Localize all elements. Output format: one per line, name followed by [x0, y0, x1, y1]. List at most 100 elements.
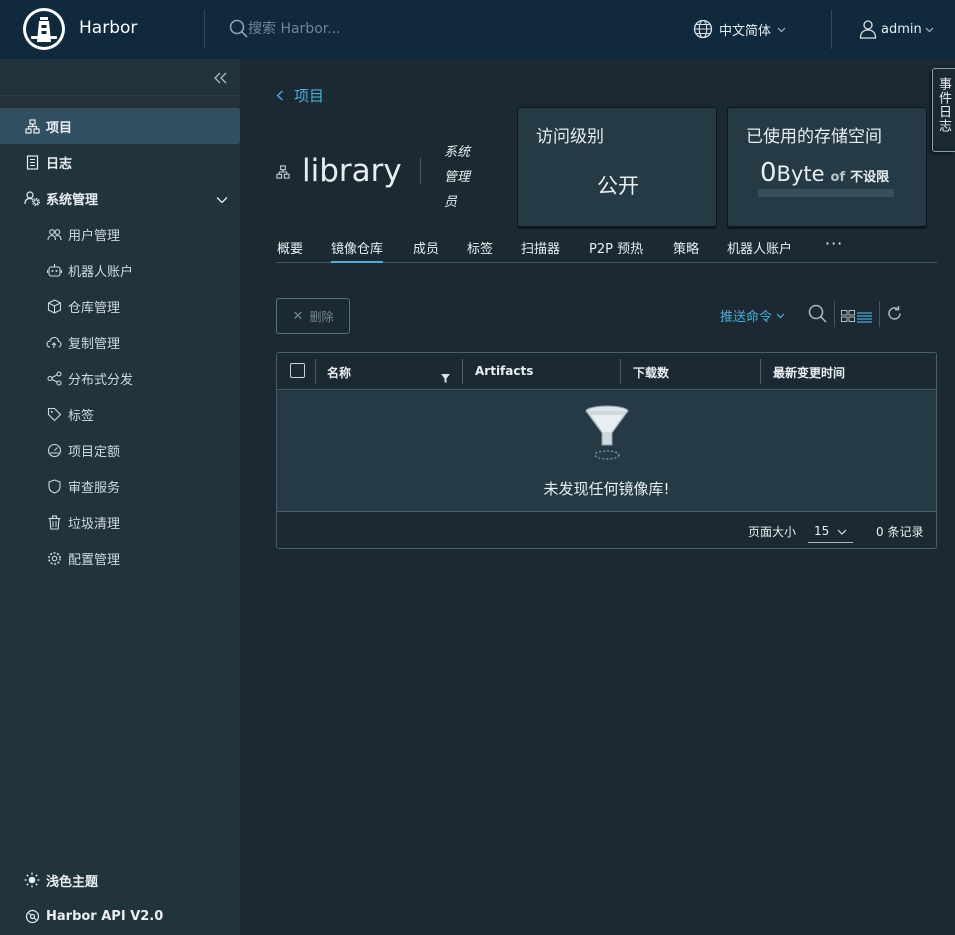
sidebar-item-config[interactable]: 配置管理	[0, 540, 240, 576]
page-size-select[interactable]: 15	[808, 519, 853, 543]
column-header-last-modified[interactable]: 最新变更时间	[773, 364, 845, 381]
column-divider	[315, 359, 316, 384]
sidebar: 项目 日志 系统管理 用户管理 机器人账户 仓库管理 复制管理 分布式分发 标签…	[0, 59, 240, 935]
tab-scanner[interactable]: 扫描器	[521, 236, 560, 263]
empty-funnel-icon	[583, 405, 631, 467]
sidebar-item-users[interactable]: 用户管理	[0, 216, 240, 252]
sidebar-item-label: 审查服务	[68, 480, 121, 496]
sidebar-item-robot[interactable]: 机器人账户	[0, 252, 240, 288]
admin-icon	[24, 190, 40, 206]
theme-toggle[interactable]: 浅色主题	[0, 862, 240, 898]
back-label: 项目	[294, 87, 325, 105]
tab-repositories[interactable]: 镜像仓库	[331, 236, 384, 263]
sun-icon	[24, 872, 40, 888]
event-log-label: 事件日志	[936, 77, 951, 133]
record-count: 0 条记录	[876, 525, 924, 539]
card-title: 访问级别	[536, 127, 604, 147]
theme-label: 浅色主题	[46, 874, 99, 890]
sidebar-item-label: 分布式分发	[68, 372, 134, 388]
project-role: 系统管理员	[444, 145, 471, 210]
harbor-logo[interactable]	[23, 8, 65, 50]
sidebar-item-gc[interactable]: 垃圾清理	[0, 504, 240, 540]
column-header-pulls[interactable]: 下载数	[633, 364, 669, 381]
sidebar-item-registries[interactable]: 仓库管理	[0, 288, 240, 324]
sidebar-item-replication[interactable]: 复制管理	[0, 324, 240, 360]
project-tabs: 概要 镜像仓库 成员 标签 扫描器 P2P 预热 策略 机器人账户 ···	[276, 234, 937, 263]
logs-icon	[24, 154, 40, 170]
column-header-artifacts[interactable]: Artifacts	[475, 364, 533, 378]
sidebar-item-label: 机器人账户	[68, 264, 134, 280]
sidebar-item-label: 配置管理	[68, 552, 121, 568]
select-all-checkbox[interactable]	[290, 363, 305, 378]
datagrid-footer: 页面大小 15 0 条记录	[277, 513, 936, 548]
chevron-left-icon	[276, 87, 284, 105]
page-size-label: 页面大小	[748, 525, 797, 539]
sidebar-item-interrogation[interactable]: 审查服务	[0, 468, 240, 504]
chevron-down-icon[interactable]	[216, 193, 228, 208]
delete-button[interactable]: ✕ 删除	[276, 298, 350, 334]
brand-name[interactable]: Harbor	[79, 18, 137, 38]
storage-number: 0	[760, 158, 777, 188]
tab-summary[interactable]: 概要	[277, 236, 303, 263]
user-menu[interactable]: admin	[858, 18, 934, 40]
tab-policy[interactable]: 策略	[673, 236, 699, 263]
toolbar-divider	[879, 301, 880, 327]
sidebar-item-admin[interactable]: 系统管理	[0, 180, 240, 216]
collapse-sidebar-icon[interactable]	[214, 69, 228, 88]
users-icon	[46, 226, 62, 242]
column-divider	[462, 359, 463, 384]
gear-icon	[46, 550, 62, 566]
repository-datagrid: 名称 Artifacts 下载数 最新变更时间 未发现任何镜像库! 页面大小 1…	[276, 352, 937, 549]
sidebar-item-distribution[interactable]: 分布式分发	[0, 360, 240, 396]
column-header-name[interactable]: 名称	[327, 364, 351, 381]
tab-labels[interactable]: 标签	[467, 236, 493, 263]
sidebar-divider	[0, 95, 240, 96]
tab-members[interactable]: 成员	[413, 236, 439, 263]
search-icon[interactable]	[229, 19, 249, 43]
language-label: 中文简体	[719, 23, 772, 39]
language-selector[interactable]: 中文简体	[693, 18, 786, 40]
more-tabs-icon[interactable]: ···	[825, 234, 843, 253]
storage-limit: 不设限	[850, 170, 890, 185]
sidebar-item-label: 用户管理	[68, 228, 121, 244]
sidebar-item-projects[interactable]: 项目	[0, 108, 240, 144]
back-to-projects-link[interactable]: 项目	[276, 85, 324, 106]
sidebar-item-label: 仓库管理	[68, 300, 121, 316]
sidebar-item-labels[interactable]: 标签	[0, 396, 240, 432]
search-icon[interactable]	[808, 304, 828, 328]
trash-icon	[46, 514, 62, 530]
tab-p2p-preheat[interactable]: P2P 预热	[589, 236, 643, 263]
push-command-label: 推送命令	[720, 310, 773, 325]
header-divider	[831, 10, 832, 49]
delete-label: 删除	[309, 309, 334, 324]
quota-icon	[46, 442, 62, 458]
tab-robot-accounts[interactable]: 机器人账户	[727, 236, 792, 263]
chevron-down-icon	[776, 308, 785, 323]
share-icon	[46, 370, 62, 386]
username: admin	[881, 21, 922, 37]
chevron-down-icon	[837, 525, 847, 539]
refresh-icon[interactable]	[886, 305, 903, 326]
sidebar-item-label: 系统管理	[46, 192, 99, 208]
card-view-icon[interactable]	[841, 307, 855, 326]
push-command-dropdown[interactable]: 推送命令	[720, 306, 785, 325]
filter-icon[interactable]	[441, 368, 450, 387]
access-level-value: 公开	[597, 174, 639, 198]
search-input[interactable]	[248, 18, 508, 40]
cloud-icon	[46, 334, 62, 350]
registry-icon	[46, 298, 62, 314]
storage-progress-bar	[758, 189, 894, 197]
empty-message: 未发现任何镜像库!	[543, 480, 670, 498]
app-header: Harbor 中文简体 admin	[0, 0, 955, 59]
storage-card: 已使用的存储空间 0 Byte of 不设限	[727, 107, 927, 227]
datagrid-empty-state: 未发现任何镜像库!	[277, 391, 936, 512]
project-title: library	[302, 153, 402, 189]
sidebar-item-label: 项目定额	[68, 444, 121, 460]
api-explorer-link[interactable]: Harbor API V2.0	[0, 898, 240, 934]
list-view-icon[interactable]	[857, 308, 872, 327]
close-icon: ✕	[292, 308, 304, 324]
sidebar-item-quotas[interactable]: 项目定额	[0, 432, 240, 468]
event-log-tab[interactable]: 事件日志	[932, 68, 955, 152]
sidebar-item-label: 日志	[46, 156, 73, 172]
sidebar-item-logs[interactable]: 日志	[0, 144, 240, 180]
